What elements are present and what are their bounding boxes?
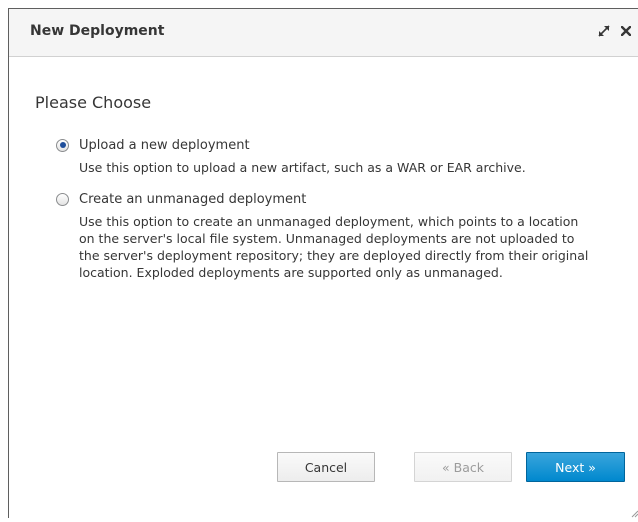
cancel-button[interactable]: Cancel (277, 452, 375, 482)
close-icon[interactable] (619, 23, 633, 39)
unmanaged-deployment-option[interactable]: Create an unmanaged deployment Use this … (56, 189, 596, 281)
unmanaged-deployment-label[interactable]: Create an unmanaged deployment (79, 192, 306, 207)
back-button[interactable]: « Back (414, 452, 512, 482)
upload-deployment-label[interactable]: Upload a new deployment (79, 138, 250, 153)
upload-deployment-description: Use this option to upload a new artifact… (79, 160, 526, 175)
please-choose-heading: Please Choose (35, 93, 152, 112)
title-bar-tools (597, 21, 633, 41)
unmanaged-deployment-row[interactable]: Create an unmanaged deployment (56, 189, 596, 209)
unmanaged-deployment-radio[interactable] (56, 192, 69, 206)
expand-arrows-icon[interactable] (597, 23, 611, 39)
next-button[interactable]: Next » (526, 452, 625, 482)
upload-deployment-option[interactable]: Upload a new deployment Use this option … (56, 135, 596, 176)
dialog-title-bar: New Deployment (9, 9, 638, 57)
upload-deployment-radio[interactable] (56, 138, 69, 152)
dialog-title: New Deployment (30, 23, 165, 39)
unmanaged-deployment-description: Use this option to create an unmanaged d… (79, 214, 589, 280)
new-deployment-dialog: New Deployment Please Choose Upload a ne… (8, 8, 638, 518)
upload-deployment-row[interactable]: Upload a new deployment (56, 135, 596, 155)
resize-grip-icon[interactable] (629, 503, 638, 518)
